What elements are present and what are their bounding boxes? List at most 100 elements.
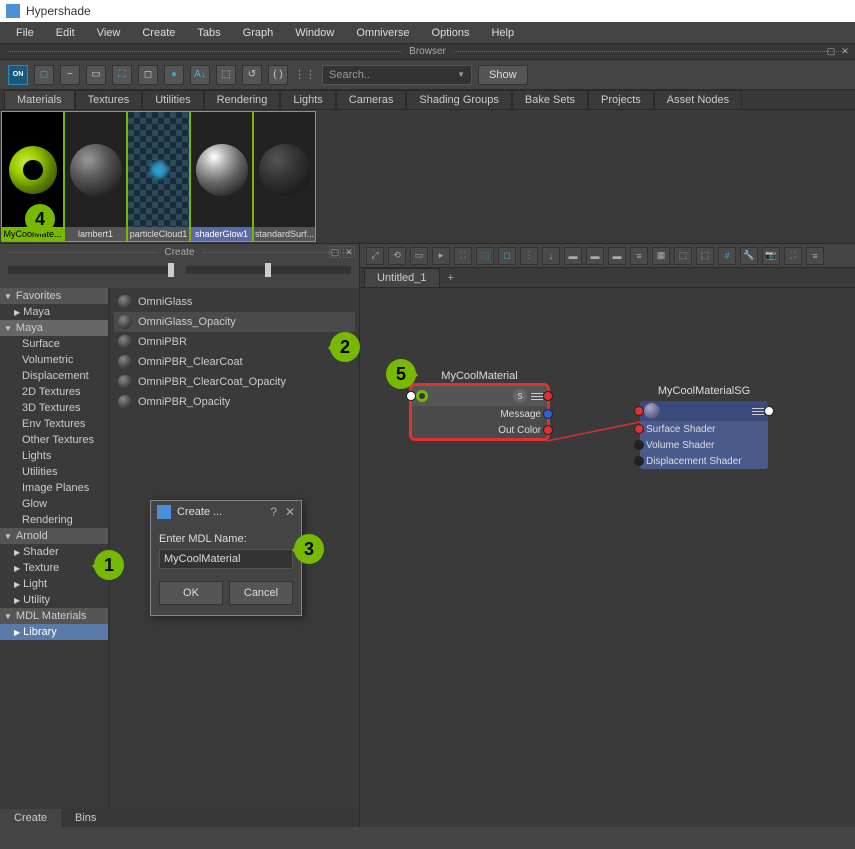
- gbtn-10[interactable]: ▬: [564, 247, 582, 265]
- graph-canvas[interactable]: MyCoolMaterial S Message Out Color MyCoo…: [360, 288, 855, 827]
- gbtn-5[interactable]: ⛶: [454, 247, 472, 265]
- panel-close-icon[interactable]: ✕: [343, 246, 355, 258]
- cat-glow[interactable]: Glow: [0, 496, 108, 512]
- gbtn-21[interactable]: ≡: [806, 247, 824, 265]
- shader-omnipbr-opacity[interactable]: OmniPBR_Opacity: [114, 392, 355, 412]
- btab-create[interactable]: Create: [0, 809, 61, 827]
- menu-icon[interactable]: [752, 408, 764, 415]
- gbtn-3[interactable]: ▭: [410, 247, 428, 265]
- menu-file[interactable]: File: [6, 25, 44, 41]
- tab-asset-nodes[interactable]: Asset Nodes: [654, 90, 742, 109]
- tab-textures[interactable]: Textures: [75, 90, 143, 109]
- toolbar-btn-4[interactable]: ⛶: [112, 65, 132, 85]
- shader-omniglass-opacity[interactable]: OmniGlass_Opacity: [114, 312, 355, 332]
- thumbnail-shaderglow1[interactable]: shaderGlow1: [190, 111, 253, 242]
- gbtn-14[interactable]: ▦: [652, 247, 670, 265]
- cat-3d-textures[interactable]: 3D Textures: [0, 400, 108, 416]
- gbtn-19[interactable]: 📷: [762, 247, 780, 265]
- cat-utilities[interactable]: Utilities: [0, 464, 108, 480]
- tab-shading-groups[interactable]: Shading Groups: [406, 90, 512, 109]
- menu-create[interactable]: Create: [132, 25, 185, 41]
- cat-maya-root[interactable]: ▶Maya: [0, 304, 108, 320]
- toolbar-btn-2[interactable]: −: [60, 65, 80, 85]
- thumbnail-standardsurface[interactable]: standardSurf...: [253, 111, 316, 242]
- toggle-on-button[interactable]: ON: [8, 65, 28, 85]
- thumbnail-particlecloud1[interactable]: particleCloud1: [127, 111, 190, 242]
- gbtn-18[interactable]: 🔧: [740, 247, 758, 265]
- toolbar-btn-8[interactable]: ↺: [242, 65, 262, 85]
- port-message[interactable]: [543, 409, 553, 419]
- gbtn-8[interactable]: ⋮: [520, 247, 538, 265]
- menu-edit[interactable]: Edit: [46, 25, 85, 41]
- cat-arnold[interactable]: ▼Arnold: [0, 528, 108, 544]
- browser-close-icon[interactable]: ✕: [839, 46, 851, 58]
- gbtn-11[interactable]: ▬: [586, 247, 604, 265]
- cat-shader[interactable]: ▶Shader: [0, 544, 108, 560]
- gbtn-6[interactable]: ⬚: [476, 247, 494, 265]
- gbtn-20[interactable]: ⛶: [784, 247, 802, 265]
- gbtn-13[interactable]: ≡: [630, 247, 648, 265]
- toolbar-btn-sort[interactable]: A↓: [190, 65, 210, 85]
- toolbar-btn-1[interactable]: ◻: [34, 65, 54, 85]
- tab-utilities[interactable]: Utilities: [142, 90, 203, 109]
- port-surface[interactable]: [634, 424, 644, 434]
- slider-right[interactable]: [186, 266, 352, 274]
- ok-button[interactable]: OK: [159, 581, 223, 605]
- panel-restore-icon[interactable]: ▢: [329, 246, 341, 258]
- cat-env-textures[interactable]: Env Textures: [0, 416, 108, 432]
- port-volume[interactable]: [634, 440, 644, 450]
- toolbar-btn-3[interactable]: ▭: [86, 65, 106, 85]
- port-displacement[interactable]: [634, 456, 644, 466]
- cat-maya-header[interactable]: ▼Maya: [0, 320, 108, 336]
- graph-tab-add[interactable]: +: [440, 269, 462, 287]
- menu-view[interactable]: View: [87, 25, 131, 41]
- dialog-close-icon[interactable]: ✕: [285, 505, 295, 519]
- menu-window[interactable]: Window: [285, 25, 344, 41]
- cat-utility[interactable]: ▶Utility: [0, 592, 108, 608]
- gbtn-4[interactable]: ▸: [432, 247, 450, 265]
- node-mycoolmaterialsg[interactable]: MyCoolMaterialSG Surface Shader Volume S…: [640, 401, 768, 469]
- mdl-name-input[interactable]: [159, 549, 293, 569]
- cat-2d-textures[interactable]: 2D Textures: [0, 384, 108, 400]
- graph-tab-untitled[interactable]: Untitled_1: [364, 268, 440, 287]
- menu-tabs[interactable]: Tabs: [187, 25, 230, 41]
- menu-omniverse[interactable]: Omniverse: [346, 25, 419, 41]
- gbtn-15[interactable]: ⬚: [674, 247, 692, 265]
- port-out-header[interactable]: [543, 391, 553, 401]
- tab-bake-sets[interactable]: Bake Sets: [512, 90, 588, 109]
- tab-materials[interactable]: Materials: [4, 90, 75, 109]
- toolbar-btn-9[interactable]: ( ): [268, 65, 288, 85]
- tab-rendering[interactable]: Rendering: [204, 90, 281, 109]
- tab-lights[interactable]: Lights: [280, 90, 335, 109]
- gbtn-16[interactable]: ⬚: [696, 247, 714, 265]
- cancel-button[interactable]: Cancel: [229, 581, 293, 605]
- toolbar-btn-5[interactable]: ◻: [138, 65, 158, 85]
- menu-help[interactable]: Help: [481, 25, 524, 41]
- dialog-help-icon[interactable]: ?: [270, 505, 277, 519]
- slider-left[interactable]: [8, 266, 174, 274]
- shader-omniglass[interactable]: OmniGlass: [114, 292, 355, 312]
- cat-library[interactable]: ▶Library: [0, 624, 108, 640]
- gbtn-2[interactable]: ⟲: [388, 247, 406, 265]
- gbtn-17[interactable]: #: [718, 247, 736, 265]
- cat-mdl[interactable]: ▼MDL Materials: [0, 608, 108, 624]
- cat-favorites[interactable]: ▼Favorites: [0, 288, 108, 304]
- cat-other-textures[interactable]: Other Textures: [0, 432, 108, 448]
- shader-omnipbr-clearcoat[interactable]: OmniPBR_ClearCoat: [114, 352, 355, 372]
- shader-omnipbr-clearcoat-opacity[interactable]: OmniPBR_ClearCoat_Opacity: [114, 372, 355, 392]
- gbtn-7[interactable]: ◻: [498, 247, 516, 265]
- port-sg-out[interactable]: [764, 406, 774, 416]
- cat-surface[interactable]: Surface: [0, 336, 108, 352]
- cat-light[interactable]: ▶Light: [0, 576, 108, 592]
- cat-displacement[interactable]: Displacement: [0, 368, 108, 384]
- menu-options[interactable]: Options: [422, 25, 480, 41]
- search-input[interactable]: Search.. ▼: [322, 65, 472, 85]
- cat-volumetric[interactable]: Volumetric: [0, 352, 108, 368]
- port-in[interactable]: [406, 391, 416, 401]
- gbtn-12[interactable]: ▬: [608, 247, 626, 265]
- gbtn-1[interactable]: ⤢: [366, 247, 384, 265]
- cat-image-planes[interactable]: Image Planes: [0, 480, 108, 496]
- menu-graph[interactable]: Graph: [233, 25, 284, 41]
- shader-omnipbr[interactable]: OmniPBR: [114, 332, 355, 352]
- show-button[interactable]: Show: [478, 65, 528, 85]
